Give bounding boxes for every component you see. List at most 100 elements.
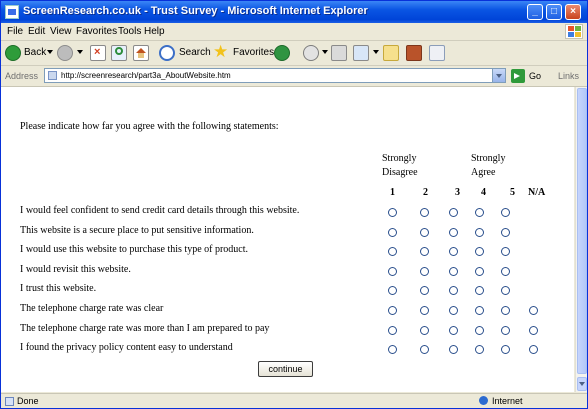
continue-button[interactable]: continue	[258, 361, 313, 377]
ie-page-icon	[5, 5, 19, 19]
go-arrow-icon[interactable]	[511, 69, 525, 83]
back-dropdown-icon[interactable]	[47, 50, 53, 54]
mail-icon[interactable]	[303, 45, 319, 61]
radio-option-4[interactable]	[475, 266, 484, 276]
radio-option-2[interactable]	[420, 266, 429, 276]
radio-option-5[interactable]	[501, 345, 510, 355]
menu-help[interactable]: Help	[144, 26, 165, 37]
close-button[interactable]: ×	[565, 4, 581, 20]
radio-option-2[interactable]	[420, 247, 429, 257]
folder-icon[interactable]	[383, 45, 399, 61]
stop-icon[interactable]: ×	[90, 45, 106, 61]
back-arrow-icon[interactable]	[5, 45, 21, 61]
forward-dropdown-icon[interactable]	[77, 50, 83, 54]
back-button-label[interactable]: Back	[24, 47, 46, 58]
radio-option-3[interactable]	[449, 227, 458, 237]
radio-option-2[interactable]	[420, 208, 429, 217]
address-url[interactable]: http://screenresearch/part3a_AboutWebsit…	[61, 71, 231, 80]
radio-option-3[interactable]	[449, 306, 458, 315]
radio-option-3[interactable]	[449, 247, 458, 257]
scroll-down-arrow-icon[interactable]	[577, 377, 587, 391]
radio-option-3[interactable]	[449, 325, 458, 335]
menu-bar: File Edit View Favorites Tools Help	[1, 23, 587, 41]
radio-na[interactable]	[529, 306, 538, 315]
radio-option-3[interactable]	[449, 208, 458, 217]
statement-text: The telephone charge rate was more than …	[20, 322, 270, 334]
links-label[interactable]: Links	[558, 71, 579, 81]
scale-3: 3	[455, 187, 460, 198]
radio-option-3[interactable]	[449, 286, 458, 296]
zone-label: Internet	[492, 396, 523, 406]
page-content: Please indicate how far you agree with t…	[1, 87, 574, 392]
page-icon	[48, 71, 57, 80]
mail-dropdown-icon[interactable]	[322, 50, 328, 54]
radio-option-3[interactable]	[449, 345, 458, 355]
radio-option-1[interactable]	[388, 345, 397, 355]
radio-option-1[interactable]	[388, 325, 397, 335]
forward-arrow-icon[interactable]	[57, 45, 73, 61]
radio-option-3[interactable]	[449, 266, 458, 276]
radio-option-4[interactable]	[475, 208, 484, 217]
windows-logo-icon	[565, 24, 583, 39]
radio-na[interactable]	[529, 345, 538, 355]
go-button-label[interactable]: Go	[529, 71, 541, 81]
menu-tools[interactable]: Tools	[118, 26, 141, 37]
radio-option-2[interactable]	[420, 345, 429, 355]
maximize-button[interactable]: □	[546, 4, 562, 20]
radio-option-4[interactable]	[475, 345, 484, 355]
search-button-label[interactable]: Search	[179, 47, 211, 58]
radio-option-1[interactable]	[388, 286, 397, 296]
menu-favorites[interactable]: Favorites	[76, 26, 117, 37]
radio-option-1[interactable]	[388, 266, 397, 276]
radio-option-5[interactable]	[501, 266, 510, 276]
home-icon[interactable]	[133, 45, 149, 61]
radio-option-2[interactable]	[420, 306, 429, 315]
title-bar[interactable]: ScreenResearch.co.uk - Trust Survey - Mi…	[1, 1, 587, 23]
edit-page-icon[interactable]	[353, 45, 369, 61]
minimize-button[interactable]: _	[527, 4, 543, 20]
radio-option-5[interactable]	[501, 247, 510, 257]
radio-option-2[interactable]	[420, 286, 429, 296]
address-label: Address	[5, 71, 39, 81]
radio-option-1[interactable]	[388, 208, 397, 217]
radio-option-4[interactable]	[475, 286, 484, 296]
header-strongly: Strongly	[382, 153, 417, 164]
favorites-button-label[interactable]: Favorites	[233, 47, 274, 58]
radio-option-5[interactable]	[501, 325, 510, 335]
radio-option-1[interactable]	[388, 306, 397, 315]
status-bar: Done Internet	[1, 393, 587, 408]
radio-option-2[interactable]	[420, 325, 429, 335]
radio-na[interactable]	[529, 325, 538, 335]
scale-1: 1	[390, 187, 395, 198]
radio-option-4[interactable]	[475, 325, 484, 335]
scrollbar-thumb[interactable]	[577, 88, 587, 374]
messenger-icon[interactable]	[429, 45, 445, 61]
radio-option-4[interactable]	[475, 306, 484, 315]
vertical-scrollbar[interactable]	[575, 87, 587, 392]
survey-instruction: Please indicate how far you agree with t…	[20, 121, 279, 132]
radio-option-1[interactable]	[388, 227, 397, 237]
radio-option-5[interactable]	[501, 227, 510, 237]
address-dropdown-icon[interactable]	[492, 69, 505, 82]
menu-edit[interactable]: Edit	[28, 26, 45, 37]
refresh-icon[interactable]	[111, 45, 127, 61]
radio-option-5[interactable]	[501, 208, 510, 217]
menu-view[interactable]: View	[50, 26, 72, 37]
edit-dropdown-icon[interactable]	[373, 50, 379, 54]
scale-na: N/A	[528, 187, 546, 198]
radio-option-5[interactable]	[501, 286, 510, 296]
radio-option-4[interactable]	[475, 227, 484, 237]
history-icon[interactable]	[274, 45, 290, 61]
research-icon[interactable]	[406, 45, 422, 61]
statement-text: I found the privacy policy content easy …	[20, 342, 233, 354]
statement-text: This website is a secure place to put se…	[20, 224, 254, 236]
radio-option-1[interactable]	[388, 247, 397, 257]
radio-option-4[interactable]	[475, 247, 484, 257]
print-icon[interactable]	[331, 45, 347, 61]
favorites-star-icon[interactable]: ★	[213, 43, 228, 61]
address-field[interactable]: http://screenresearch/part3a_AboutWebsit…	[44, 68, 506, 83]
menu-file[interactable]: File	[7, 26, 23, 37]
radio-option-5[interactable]	[501, 306, 510, 315]
radio-option-2[interactable]	[420, 227, 429, 237]
search-icon[interactable]	[159, 45, 175, 61]
